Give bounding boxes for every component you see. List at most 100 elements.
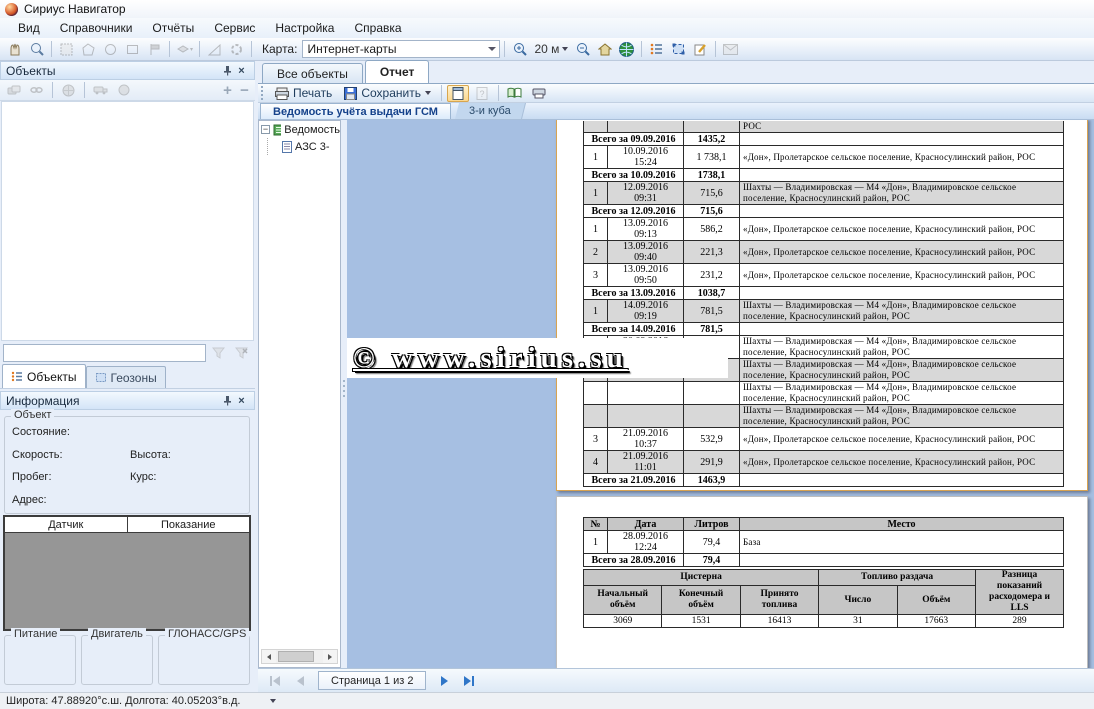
filter-icon[interactable] [208,344,229,363]
doc-tab-fuel-report[interactable]: Ведомость учёта выдачи ГСМ [260,103,451,119]
tab-all-objects[interactable]: Все объекты [262,63,363,83]
map-label: Карта: [262,42,297,56]
layers-dropdown-icon[interactable] [174,40,195,59]
book-node-icon [273,124,281,136]
scroll-left-arrow[interactable] [262,650,276,663]
altitude-label: Высота: [130,449,171,461]
facing-pages-button[interactable] [504,85,526,102]
printer-icon [275,87,289,100]
scroll-right-arrow[interactable] [323,650,337,663]
close-icon[interactable]: × [234,64,249,78]
link-icon[interactable] [26,81,47,100]
route-icon[interactable] [226,40,247,59]
pan-hand-icon[interactable] [4,40,25,59]
group-icon[interactable] [3,81,24,100]
table-row: 213.09.2016 09:40221,3«Дон», Пролетарско… [584,241,1064,264]
map-scale-select[interactable]: 20 м [531,40,571,59]
fuel-table-body: РОСВсего за 09.09.20161435,2110.09.2016 … [584,121,1064,487]
vehicle-icon[interactable] [90,81,111,100]
add-icon[interactable]: + [220,82,235,99]
rect-select-icon[interactable] [122,40,143,59]
globe-icon[interactable] [616,40,637,59]
power-label: Питание [11,628,60,640]
zoom-out-icon[interactable] [572,40,593,59]
last-page-button[interactable] [458,671,480,691]
print-button[interactable]: Печать [270,85,337,102]
pin-icon[interactable] [219,64,234,78]
sphere-icon[interactable] [113,81,134,100]
object-group-label: Объект [11,409,54,421]
info-panel-title: Информация [6,394,79,408]
glonass-groupbox: ГЛОНАСС/GPS [158,635,250,685]
zoom-select-icon[interactable] [26,40,47,59]
sensor-col-header: Датчик [5,517,128,532]
flag-icon[interactable] [144,40,165,59]
edit-icon[interactable] [690,40,711,59]
book-icon [507,87,522,99]
zoom-in-icon[interactable] [509,40,530,59]
save-dropdown-caret[interactable] [425,91,431,95]
prev-page-button[interactable] [289,671,311,691]
total-row: Всего за 14.09.2016781,5 [584,323,1064,336]
tree-node-child[interactable]: АЗС 3- [259,138,340,155]
save-button[interactable]: Сохранить [339,85,436,102]
close-icon[interactable]: × [234,394,249,408]
measure-icon[interactable] [204,40,225,59]
table-row: 112.09.2016 09:31715,6Шахты — Владимиров… [584,182,1064,205]
doc-tab-cubes[interactable]: 3-и куба [455,103,526,119]
frame-select-icon[interactable] [56,40,77,59]
home-icon[interactable] [594,40,615,59]
tab-report[interactable]: Отчет [365,60,430,83]
total-row: Всего за 10.09.20161738,1 [584,169,1064,182]
statusbar-expander[interactable] [270,699,276,703]
toolbar-grip[interactable] [261,86,265,100]
tree-hscrollbar[interactable] [261,649,338,664]
mail-icon[interactable] [720,40,741,59]
mileage-label: Пробег: [12,471,52,483]
tab-objects[interactable]: Объекты [2,364,86,388]
objects-toolbar: + − [0,80,255,101]
menu-item[interactable]: Настройка [265,19,344,37]
geozone-icon[interactable] [668,40,689,59]
objects-panel-header: Объекты × [0,61,255,80]
filter-clear-icon[interactable] [231,344,252,363]
total-row: Всего за 12.09.2016715,6 [584,205,1064,218]
list-icon [11,371,23,382]
expander-icon[interactable]: − [261,125,270,134]
app-icon [5,3,18,16]
menu-item[interactable]: Справка [344,19,411,37]
glonass-label: ГЛОНАСС/GPS [165,628,249,640]
circle-select-icon[interactable] [100,40,121,59]
summary-group-header-row: Цистерна Топливо раздача Разница показан… [584,570,1064,586]
tab-geozones[interactable]: Геозоны [86,366,166,388]
single-page-view-button[interactable] [447,85,469,102]
app-window: Сириус Навигатор ВидСправочникиОтчётыСер… [0,0,1094,709]
help-button[interactable]: ? [471,85,493,102]
menu-item[interactable]: Вид [8,19,50,37]
objects-dock: Объекты × + − Объекты [0,61,255,692]
polygon-select-icon[interactable] [78,40,99,59]
pin-icon[interactable] [219,394,234,408]
objects-list[interactable] [1,101,254,341]
report-page-1: РОСВсего за 09.09.20161435,2110.09.2016 … [556,120,1088,491]
address-label: Адрес: [12,494,47,506]
menu-item[interactable]: Отчёты [142,19,204,37]
status-bar: Широта: 47.88920°с.ш. Долгота: 40.05203°… [0,692,1094,709]
total-row: Всего за 28.09.2016 79,4 [584,554,1064,567]
scroll-thumb[interactable] [278,651,314,662]
tree-node-root[interactable]: − Ведомость [259,121,340,138]
menu-item[interactable]: Справочники [50,19,143,37]
search-input[interactable] [3,344,206,362]
menu-item[interactable]: Сервис [204,19,265,37]
first-page-button[interactable] [264,671,286,691]
globe-small-icon[interactable] [58,81,79,100]
object-list-icon[interactable] [646,40,667,59]
remove-icon[interactable]: − [237,82,252,99]
page-indicator: Страница 1 из 2 [318,671,426,690]
total-row: Всего за 13.09.20161038,7 [584,287,1064,300]
map-select[interactable]: Интернет-карты [302,40,500,58]
next-page-button[interactable] [433,671,455,691]
report-preview[interactable]: РОСВсего за 09.09.20161435,2110.09.2016 … [347,120,1094,668]
print-layout-button[interactable] [528,85,550,102]
power-groupbox: Питание [4,635,76,685]
